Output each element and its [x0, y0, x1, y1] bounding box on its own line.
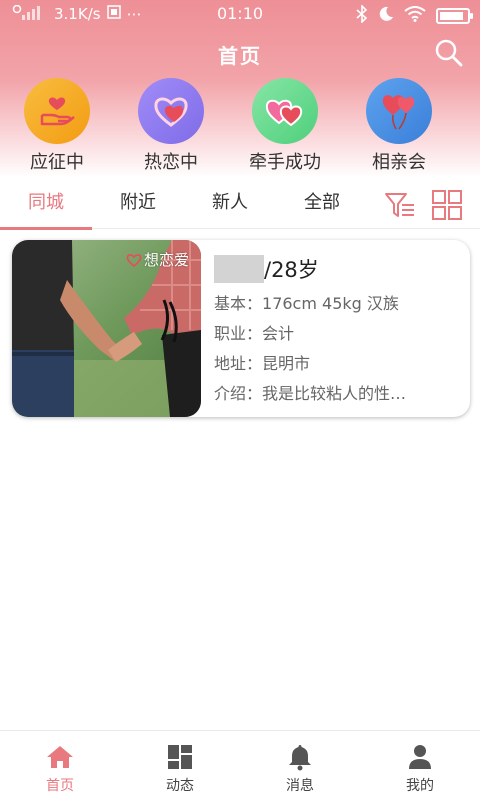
category-success[interactable]: 牵手成功 [228, 78, 342, 173]
intro-label: 介绍： [214, 384, 263, 403]
nav-label: 消息 [286, 778, 314, 794]
search-button[interactable] [434, 38, 464, 68]
heart-outline-icon [126, 253, 142, 267]
profile-intro: 介绍：我是比较粘人的性… [214, 380, 464, 404]
heart-balloons-icon [366, 78, 432, 144]
category-in-love[interactable]: 热恋中 [114, 78, 228, 173]
grid-view-icon [432, 190, 462, 220]
category-label: 相亲会 [372, 152, 426, 173]
nav-label: 动态 [166, 778, 194, 794]
profile-basic: 基本：176cm 45kg 汉族 [214, 290, 464, 314]
filter-button[interactable] [384, 189, 416, 221]
search-icon [435, 39, 463, 67]
job-value: 会计 [262, 324, 295, 343]
wifi-icon [404, 6, 426, 26]
address-value: 昆明市 [262, 354, 311, 373]
badge-label: 想恋爱 [143, 251, 189, 269]
category-label: 应征中 [30, 152, 84, 173]
nav-profile[interactable]: 我的 [360, 731, 480, 800]
bell-icon [289, 745, 311, 771]
basic-label: 基本： [214, 294, 263, 313]
job-label: 职业： [214, 324, 263, 343]
status-bar: 3.1K/s ⋯ 01:10 [0, 0, 480, 28]
tab-nearby[interactable]: 附近 [92, 181, 184, 229]
nav-messages[interactable]: 消息 [240, 731, 360, 800]
status-badge: 想恋爱 [120, 248, 195, 271]
page-title: 首页 [218, 44, 262, 68]
tab-same-city[interactable]: 同城 [0, 181, 92, 230]
profile-photo: 想恋爱 [12, 240, 201, 417]
dashboard-icon [168, 745, 192, 769]
bluetooth-icon [356, 4, 368, 27]
hand-heart-icon [24, 78, 90, 144]
profile-job: 职业：会计 [214, 320, 464, 344]
category-blind-date[interactable]: 相亲会 [342, 78, 456, 173]
title-bar: 首页 [0, 30, 480, 76]
filter-icon [385, 193, 414, 217]
nav-moments[interactable]: 动态 [120, 731, 240, 800]
grid-view-button[interactable] [431, 189, 463, 221]
profile-age: /28岁 [264, 258, 319, 282]
category-label: 牵手成功 [249, 152, 321, 173]
profile-address: 地址：昆明市 [214, 350, 464, 374]
category-recruiting[interactable]: 应征中 [0, 78, 114, 173]
filter-tabs: 同城 附近 新人 全部 [0, 181, 480, 230]
name-row: /28岁 [214, 254, 464, 284]
moon-icon [378, 6, 394, 26]
battery-icon [436, 8, 473, 24]
hearts-icon [138, 78, 204, 144]
name-redacted [214, 255, 264, 283]
category-bar: 应征中 热恋中 牵手成功 相亲会 [0, 78, 480, 173]
nav-label: 我的 [406, 778, 434, 794]
address-label: 地址： [214, 354, 263, 373]
home-icon [47, 746, 73, 768]
tab-new-people[interactable]: 新人 [184, 181, 276, 229]
category-label: 热恋中 [144, 152, 198, 173]
basic-value: 176cm 45kg 汉族 [262, 294, 399, 313]
profile-info: /28岁 基本：176cm 45kg 汉族 职业：会计 地址：昆明市 介绍：我是… [214, 254, 464, 404]
intro-value: 我是比较粘人的性… [262, 384, 407, 403]
double-heart-icon [252, 78, 318, 144]
bottom-nav: 首页 动态 消息 我的 [0, 730, 480, 800]
nav-label: 首页 [46, 778, 74, 794]
profile-card[interactable]: 想恋爱 /28岁 基本：176cm 45kg 汉族 职业：会计 地址：昆明市 介… [12, 240, 470, 417]
person-icon [409, 745, 431, 769]
nav-home[interactable]: 首页 [0, 731, 120, 800]
tab-all[interactable]: 全部 [276, 181, 368, 229]
